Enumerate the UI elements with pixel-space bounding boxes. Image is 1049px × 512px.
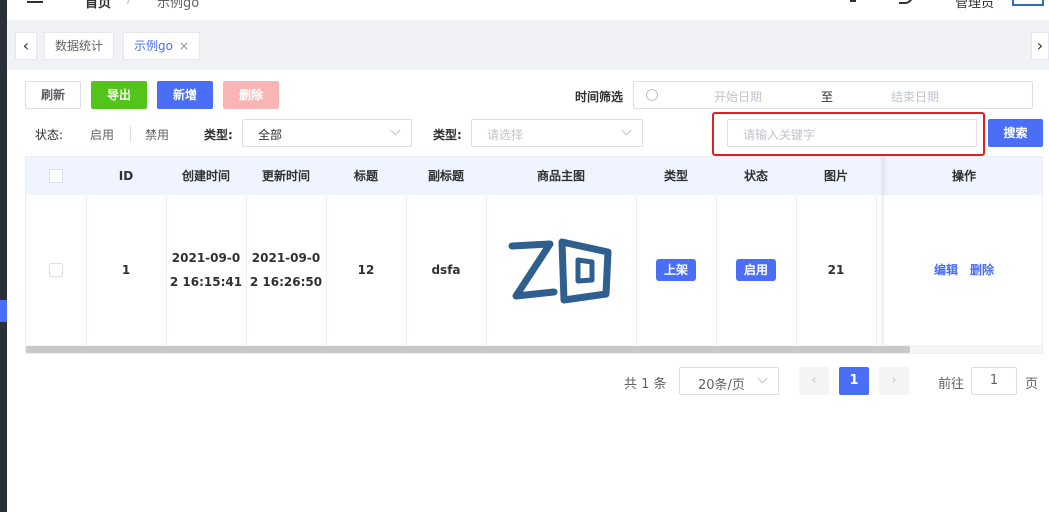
type-badge[interactable]: 上架	[655, 259, 696, 281]
cell-subtitle: dsfa	[431, 263, 461, 277]
status-badge[interactable]: 启用	[735, 259, 776, 281]
type-select-placeholder: 请选择	[487, 128, 524, 142]
status-option-disabled[interactable]: 禁用	[145, 126, 169, 143]
data-table: ID 创建时间 更新时间 标题 副标题 商品主图 类型 状态 图片 操作 1 2…	[25, 156, 1043, 354]
page-number-current[interactable]: 1	[839, 367, 869, 395]
goto-suffix: 页	[1025, 377, 1039, 392]
type-label: 类型:	[204, 128, 233, 142]
select-all-checkbox-cell	[26, 157, 86, 195]
cell-main-image	[486, 195, 636, 345]
type-select-value: 全部	[258, 128, 283, 142]
breadcrumb-home[interactable]: 首页	[85, 0, 111, 11]
date-end-input[interactable]: 结束日期	[891, 88, 939, 105]
page-size-value: 20条/页	[698, 378, 745, 393]
column-divider	[876, 195, 877, 345]
tag-label: 数据统计	[55, 39, 104, 53]
time-filter-label: 时间筛选	[575, 90, 624, 104]
edit-link[interactable]: 编辑	[934, 258, 958, 282]
delete-button[interactable]: 删除	[223, 81, 279, 109]
updated-time-line1: 2021-09-0	[251, 251, 321, 265]
sidebar-active-indicator	[0, 300, 7, 322]
header-main-image[interactable]: 商品主图	[486, 157, 636, 195]
date-range-picker[interactable]: 开始日期 至 结束日期	[633, 81, 1033, 109]
chevron-down-icon	[621, 125, 632, 136]
chevron-down-icon	[390, 125, 401, 136]
type-select[interactable]: 全部	[242, 119, 412, 147]
close-icon[interactable]: ×	[179, 39, 189, 53]
header-title[interactable]: 标题	[326, 157, 406, 195]
cell-updated-time: 2021-09-0 2 16:26:50	[246, 195, 326, 345]
table-header: ID 创建时间 更新时间 标题 副标题 商品主图 类型 状态 图片 操作	[26, 157, 1042, 195]
fullscreen-icon[interactable]	[899, 0, 913, 4]
cell-created-time: 2021-09-0 2 16:15:41	[166, 195, 246, 345]
user-name[interactable]: 管理员	[955, 0, 994, 11]
breadcrumb-separator: /	[127, 0, 131, 7]
cell-actions: 编辑 删除	[883, 195, 1042, 345]
type-select-2[interactable]: 请选择	[471, 119, 643, 147]
goto-label: 前往	[938, 377, 965, 392]
search-button[interactable]: 搜索	[988, 119, 1043, 147]
left-sidebar-rail	[0, 0, 7, 512]
date-range-separator: 至	[821, 90, 834, 104]
cell-title: 12	[357, 263, 375, 277]
tag-data-statistics[interactable]: 数据统计	[44, 32, 115, 60]
header-subtitle[interactable]: 副标题	[406, 157, 486, 195]
main-content-card: 刷新 导出 新增 删除 时间筛选 开始日期 至 结束日期 状态: 启用 禁用 类…	[15, 70, 1049, 512]
menu-toggle-icon[interactable]	[27, 0, 43, 3]
header-type[interactable]: 类型	[636, 157, 716, 195]
date-start-input[interactable]: 开始日期	[714, 88, 762, 105]
cell-picture: 21	[827, 263, 845, 277]
tags-scroll-right-icon[interactable]: ›	[1031, 32, 1049, 60]
export-button[interactable]: 导出	[91, 81, 147, 109]
header-status[interactable]: 状态	[716, 157, 796, 195]
created-time-line2: 2 16:15:41	[169, 275, 243, 289]
header-actions: 操作	[883, 157, 1042, 195]
row-checkbox-cell	[26, 195, 86, 345]
delete-link[interactable]: 删除	[970, 258, 994, 282]
pagination-total: 共 1 条	[624, 377, 667, 392]
chevron-down-icon	[757, 373, 768, 384]
tags-scroll-left-icon[interactable]: ‹	[15, 32, 37, 60]
cell-status: 启用	[716, 195, 796, 345]
type-label-2: 类型:	[433, 128, 462, 142]
breadcrumb-current: 示例go	[157, 0, 200, 11]
download-icon[interactable]	[850, 0, 856, 2]
created-time-line1: 2021-09-0	[171, 251, 241, 265]
refresh-button[interactable]: 刷新	[25, 81, 81, 109]
status-option-enabled[interactable]: 启用	[90, 126, 114, 143]
updated-time-line2: 2 16:26:50	[249, 275, 323, 289]
scrollbar-thumb[interactable]	[26, 346, 910, 353]
clock-icon	[646, 89, 658, 101]
cell-id: 1	[121, 263, 131, 277]
horizontal-scrollbar[interactable]	[26, 345, 1042, 353]
keyword-placeholder: 请输入关键字	[743, 128, 816, 142]
header-picture[interactable]: 图片	[796, 157, 876, 195]
add-button[interactable]: 新增	[157, 81, 213, 109]
row-checkbox[interactable]	[49, 263, 63, 277]
select-all-checkbox[interactable]	[49, 169, 63, 183]
tag-label: 示例go	[134, 39, 173, 53]
tags-view-bar: ‹ 数据统计 示例go × ›	[7, 20, 1049, 70]
user-avatar-logo[interactable]	[1012, 0, 1044, 6]
header-created-time[interactable]: 创建时间	[166, 157, 246, 195]
status-label: 状态:	[35, 128, 64, 142]
goto-page-input[interactable]: 1	[971, 367, 1017, 395]
product-logo-image[interactable]	[506, 230, 616, 310]
header-id[interactable]: ID	[86, 157, 166, 195]
top-header: 首页 / 示例go 管理员	[7, 0, 1049, 20]
prev-page-button[interactable]: ‹	[799, 367, 829, 395]
page-size-select[interactable]: 20条/页	[679, 367, 779, 395]
divider	[130, 126, 131, 142]
tag-example-go[interactable]: 示例go ×	[123, 32, 201, 60]
header-updated-time[interactable]: 更新时间	[246, 157, 326, 195]
next-page-button[interactable]: ›	[879, 367, 909, 395]
keyword-search-input[interactable]: 请输入关键字	[727, 119, 977, 147]
cell-type: 上架	[636, 195, 716, 345]
